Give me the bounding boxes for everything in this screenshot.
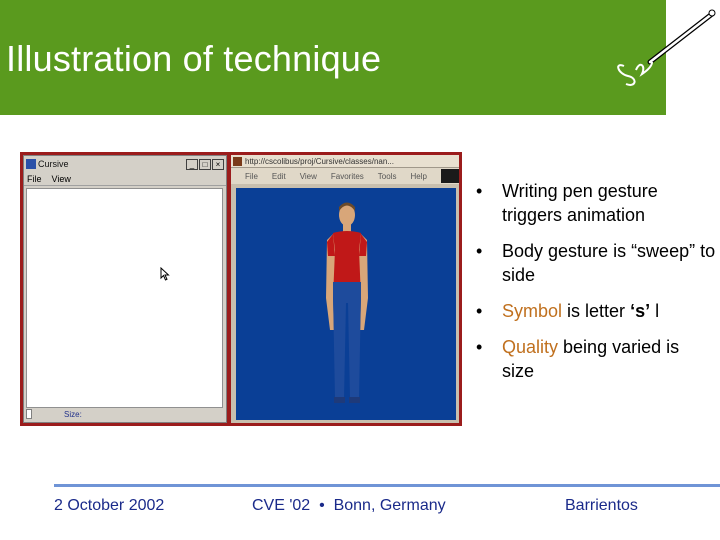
browser-titlebar: http://cscolibus/proj/Cursive/classes/na… xyxy=(231,155,459,168)
maximize-button[interactable]: □ xyxy=(199,158,211,170)
bullet-dot: • xyxy=(476,337,483,357)
bullet-item: • Writing pen gesture triggers animation xyxy=(476,179,716,227)
bullet-quote: ‘s’ xyxy=(630,301,651,321)
footer-event: CVE '02 • Bonn, Germany xyxy=(252,497,446,514)
browser-menu-view[interactable]: View xyxy=(300,172,317,181)
browser-menubar: File Edit View Favorites Tools Help xyxy=(231,168,459,184)
browser-menu-edit[interactable]: Edit xyxy=(272,172,286,181)
bullet-item: • Symbol is letter ‘s’ l xyxy=(476,299,716,323)
close-button[interactable]: × xyxy=(212,158,224,170)
cursor-icon xyxy=(160,267,170,281)
bullet-text: l xyxy=(650,301,660,321)
slide-title: Illustration of technique xyxy=(6,38,382,79)
bullet-dot: • xyxy=(476,181,483,201)
cursive-window: Cursive _ □ × File View Size: xyxy=(23,155,227,423)
browser-logo xyxy=(440,169,459,183)
browser-window: http://cscolibus/proj/Cursive/classes/na… xyxy=(231,155,459,423)
highlight-term: Quality xyxy=(502,337,559,357)
menu-file[interactable]: File xyxy=(27,174,42,184)
minimize-button[interactable]: _ xyxy=(186,158,198,170)
browser-icon xyxy=(233,156,242,166)
bullet-list: • Writing pen gesture triggers animation… xyxy=(476,179,716,395)
bullet-dot: • xyxy=(476,241,483,261)
status-size-label: Size: xyxy=(64,409,82,419)
footer-author: Barrientos xyxy=(565,497,638,514)
cursive-menubar: File View xyxy=(24,172,226,186)
footer-divider xyxy=(54,484,720,487)
application-screenshot: Cursive _ □ × File View Size: http://csc… xyxy=(20,152,462,426)
browser-menu-file[interactable]: File xyxy=(245,172,258,181)
pen-icon xyxy=(617,9,716,86)
cursive-window-title: Cursive xyxy=(38,159,69,169)
highlight-term: Symbol xyxy=(502,301,563,321)
cursive-titlebar: Cursive _ □ × xyxy=(24,156,226,172)
browser-menu-tools[interactable]: Tools xyxy=(378,172,397,181)
bullet-text: Writing pen gesture triggers animation xyxy=(502,181,658,225)
bullet-text: is letter xyxy=(562,301,631,321)
bullet-dot: • xyxy=(476,301,483,321)
bullet-text: Body gesture is “sweep” to side xyxy=(502,241,716,285)
bullet-item: • Body gesture is “sweep” to side xyxy=(476,239,716,287)
avatar-figure xyxy=(326,202,368,403)
bullet-item: • Quality being varied is size xyxy=(476,335,716,383)
browser-url[interactable]: http://cscolibus/proj/Cursive/classes/na… xyxy=(245,157,394,166)
footer-date: 2 October 2002 xyxy=(54,497,165,514)
menu-view[interactable]: View xyxy=(52,174,71,184)
window-icon xyxy=(26,159,36,169)
browser-menu-favorites[interactable]: Favorites xyxy=(331,172,364,181)
status-bar: Size: xyxy=(26,408,223,420)
size-indicator xyxy=(26,409,32,419)
3d-viewport[interactable] xyxy=(236,188,456,420)
drawing-canvas[interactable] xyxy=(26,188,223,408)
title-banner: Illustration of technique xyxy=(0,0,666,115)
browser-menu-help[interactable]: Help xyxy=(410,172,426,181)
